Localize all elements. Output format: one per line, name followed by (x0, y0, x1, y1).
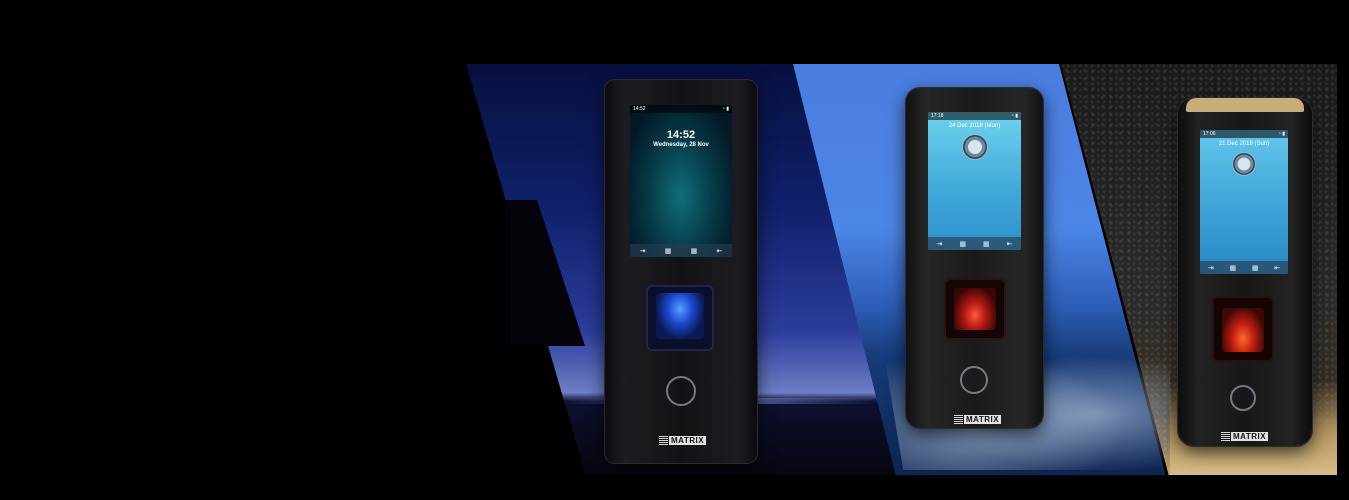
access-control-device-2: 17:18 ◔ ▮ 24 Dec 2018 (Mon) ⇥ ▦ ▦ ⇤ MATR… (906, 88, 1043, 428)
status-bar: 14:52 ◔ ▮ (630, 105, 732, 113)
status-icons: ◔ ▮ (1278, 130, 1285, 138)
screen-nav-bar: ⇥ ▦ ▦ ⇤ (1200, 261, 1288, 274)
fingerprint-reader (646, 285, 714, 351)
logo-mark-icon (954, 414, 963, 424)
screen-date: 21 Dec 2018 (Sun) (1218, 141, 1270, 147)
status-time: 17:06 (1203, 131, 1216, 137)
device-screen: 17:06 ◔ ▮ 21 Dec 2018 (Sun) ⇥ ▦ ▦ ⇤ (1200, 130, 1288, 274)
logout-icon: ⇤ (1006, 240, 1013, 248)
login-icon: ⇥ (1207, 264, 1214, 272)
analog-clock-icon (961, 134, 988, 160)
device-screen: 14:52 ◔ ▮ 14:52 Wednesday, 28 Nov ⇥ ▦ ▦ … (630, 105, 732, 257)
grid-icon: ▦ (664, 247, 672, 255)
grid-icon: ▦ (959, 240, 966, 248)
battery-icon: ▮ (1015, 113, 1018, 119)
reader-glow (656, 293, 704, 339)
brand-logo: MATRIX (954, 414, 1002, 424)
screen-date: 24 Dec 2018 (Mon) (948, 123, 1001, 129)
analog-clock-icon (1232, 152, 1256, 176)
hero-banner: 14:52 ◔ ▮ 14:52 Wednesday, 28 Nov ⇥ ▦ ▦ … (0, 0, 1349, 500)
logout-icon: ⇤ (716, 247, 723, 255)
reader-glow (1222, 308, 1264, 352)
status-time: 14:52 (633, 106, 646, 112)
grid-icon: ▦ (1251, 264, 1259, 272)
wifi-icon: ◔ (1010, 113, 1014, 119)
brand-wordmark: MATRIX (964, 414, 1002, 424)
screen-nav-bar: ⇥ ▦ ▦ ⇤ (928, 237, 1021, 250)
status-bar: 17:06 ◔ ▮ (1200, 130, 1288, 138)
status-icons: ◔ ▮ (1011, 112, 1018, 120)
sand-on-device (1186, 98, 1304, 112)
fingerprint-reader (944, 278, 1006, 340)
battery-icon: ▮ (1282, 131, 1285, 137)
logo-mark-icon (659, 435, 668, 445)
grid-icon: ▦ (1229, 264, 1237, 272)
digital-clock: 14:52 (666, 129, 696, 141)
logo-mark-icon (1221, 431, 1230, 441)
screen-nav-bar: ⇥ ▦ ▦ ⇤ (630, 244, 732, 257)
brand-wordmark: MATRIX (669, 435, 707, 445)
grid-icon: ▦ (690, 247, 698, 255)
brand-wordmark: MATRIX (1231, 431, 1269, 441)
access-control-device-1: 14:52 ◔ ▮ 14:52 Wednesday, 28 Nov ⇥ ▦ ▦ … (605, 80, 757, 463)
grid-icon: ▦ (983, 240, 990, 248)
card-reader-ring (960, 366, 988, 394)
status-icons: ◔ ▮ (722, 105, 729, 113)
wifi-icon: ◔ (1277, 131, 1281, 137)
fingerprint-reader (1212, 296, 1274, 362)
reader-glow (954, 288, 996, 330)
wifi-icon: ◔ (721, 106, 725, 112)
status-time: 17:18 (931, 113, 944, 119)
login-icon: ⇥ (936, 240, 943, 248)
battery-icon: ▮ (726, 106, 729, 112)
login-icon: ⇥ (639, 247, 646, 255)
brand-logo: MATRIX (1221, 431, 1269, 441)
card-reader-ring (1230, 385, 1256, 411)
clock-date: Wednesday, 28 Nov (653, 142, 709, 148)
brand-logo: MATRIX (659, 435, 707, 445)
access-control-device-3: 17:06 ◔ ▮ 21 Dec 2018 (Sun) ⇥ ▦ ▦ ⇤ MATR… (1178, 98, 1312, 446)
status-bar: 17:18 ◔ ▮ (928, 112, 1021, 120)
card-reader-ring (666, 376, 696, 406)
device-screen: 17:18 ◔ ▮ 24 Dec 2018 (Mon) ⇥ ▦ ▦ ⇤ (928, 112, 1021, 250)
logout-icon: ⇤ (1274, 264, 1281, 272)
